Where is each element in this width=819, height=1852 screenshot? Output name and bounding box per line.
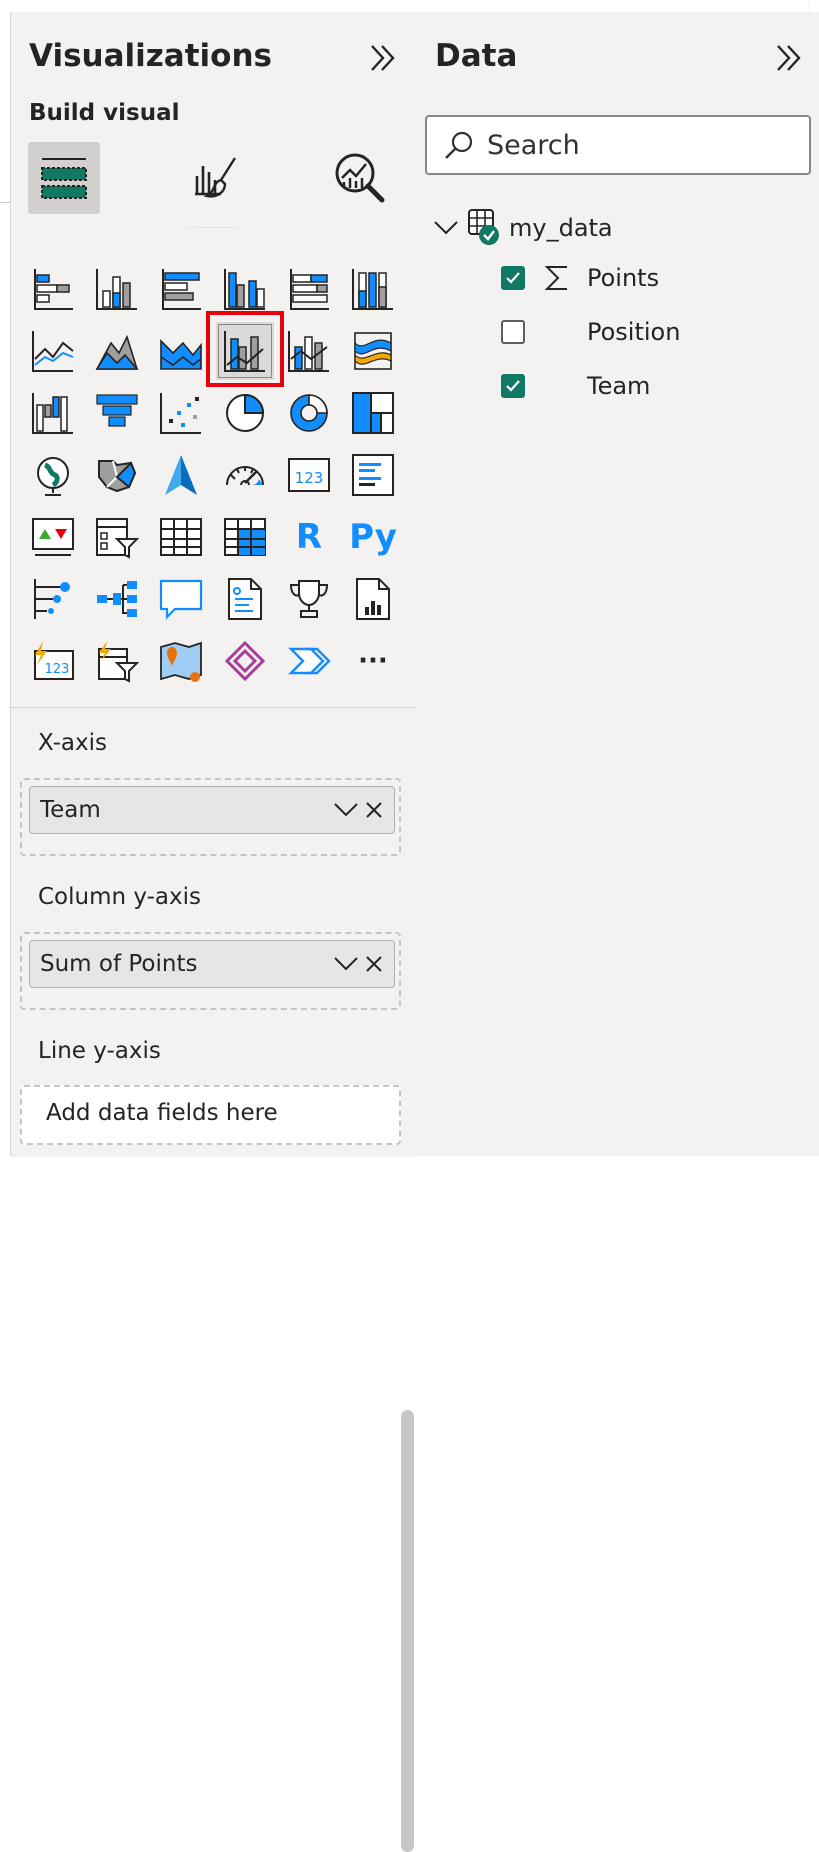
slicer-icon[interactable]: [88, 508, 146, 566]
stacked-column-chart-icon[interactable]: [88, 260, 146, 318]
key-influencers-icon[interactable]: [24, 570, 82, 628]
line-chart-icon[interactable]: [24, 322, 82, 380]
column-y-axis-field-name: Sum of Points: [40, 951, 198, 977]
analytics-tab[interactable]: [324, 142, 396, 214]
analytics-magnifier-icon: [335, 153, 385, 203]
gauge-icon[interactable]: [216, 446, 274, 504]
line-y-axis-label: Line y-axis: [38, 1038, 161, 1064]
field-row-points[interactable]: Points: [501, 264, 659, 292]
close-icon[interactable]: [360, 796, 388, 824]
card-icon[interactable]: 123: [280, 446, 338, 504]
build-visual-icon: [41, 158, 87, 199]
x-axis-label: X-axis: [38, 730, 107, 756]
qa-icon[interactable]: [152, 570, 210, 628]
field-row-team[interactable]: Team: [501, 372, 650, 400]
r-label: R: [295, 517, 323, 557]
python-visual-icon[interactable]: Py: [344, 508, 402, 566]
stacked-area-chart-icon[interactable]: [152, 322, 210, 380]
table-name: my_data: [509, 214, 613, 242]
format-brush-icon: [195, 157, 237, 198]
chevron-down-icon[interactable]: [433, 220, 461, 236]
build-visual-label: Build visual: [29, 100, 180, 126]
power-apps-icon[interactable]: [216, 632, 274, 690]
x-axis-field-name: Team: [40, 797, 101, 823]
smart-narrative-icon[interactable]: [216, 570, 274, 628]
chevron-down-icon[interactable]: [332, 950, 360, 978]
format-visual-tab[interactable]: [179, 142, 251, 214]
table-row-my-data[interactable]: my_data: [433, 208, 613, 248]
table-icon: [467, 208, 507, 248]
paginated-report-icon[interactable]: [344, 570, 402, 628]
card-number-text-2: 123: [45, 662, 70, 677]
search-icon: [443, 129, 475, 161]
scatter-chart-icon[interactable]: [152, 384, 210, 442]
map-globe-icon[interactable]: [24, 446, 82, 504]
field-name-team: Team: [587, 372, 651, 400]
power-automate-icon[interactable]: [280, 632, 338, 690]
clustered-bar-chart-icon[interactable]: [152, 260, 210, 318]
tab-indicator-divider: [187, 226, 239, 228]
clustered-column-chart-icon[interactable]: [216, 260, 274, 318]
report-canvas-edge: [0, 12, 10, 1156]
checkmark-icon: [506, 380, 520, 392]
add-data-fields-placeholder: Add data fields here: [46, 1100, 278, 1126]
field-name-points: Points: [587, 264, 660, 292]
column-y-axis-well[interactable]: Sum of Points: [20, 932, 401, 1010]
100-stacked-bar-chart-icon[interactable]: [280, 260, 338, 318]
visualizations-title: Visualizations: [29, 38, 272, 74]
line-and-clustered-column-chart-icon[interactable]: [216, 322, 274, 380]
chevron-down-icon[interactable]: [332, 796, 360, 824]
sigma-icon: [545, 265, 571, 291]
metrics-trophy-icon[interactable]: [280, 570, 338, 628]
field-name-position: Position: [587, 318, 681, 346]
power-apps-card-icon[interactable]: 123: [24, 632, 82, 690]
field-row-position[interactable]: Position: [501, 318, 680, 346]
power-automate-filter-icon[interactable]: [88, 632, 146, 690]
data-title: Data: [435, 38, 518, 74]
funnel-chart-icon[interactable]: [88, 384, 146, 442]
more-visuals-button[interactable]: ···: [344, 632, 402, 690]
100-stacked-column-chart-icon[interactable]: [344, 260, 402, 318]
field-wells: X-axis Team Column y-axis Sum of Points: [11, 707, 415, 1852]
waterfall-chart-icon[interactable]: [24, 384, 82, 442]
search-input[interactable]: [485, 128, 789, 162]
treemap-icon[interactable]: [344, 384, 402, 442]
donut-chart-icon[interactable]: [280, 384, 338, 442]
line-y-axis-well[interactable]: Add data fields here: [20, 1085, 401, 1145]
team-checkbox[interactable]: [501, 374, 525, 398]
collapse-chevrons-icon[interactable]: [773, 42, 805, 74]
position-checkbox[interactable]: [501, 320, 525, 344]
pie-chart-icon[interactable]: [216, 384, 274, 442]
x-axis-well[interactable]: Team: [20, 778, 401, 856]
ribbon-chart-icon[interactable]: [344, 322, 402, 380]
points-checkbox[interactable]: [501, 266, 525, 290]
stacked-bar-chart-icon[interactable]: [24, 260, 82, 318]
x-axis-field-pill[interactable]: Team: [29, 786, 395, 834]
visualizations-pane: Visualizations Build visual 123 R Py 123…: [10, 12, 416, 1852]
collapse-chevrons-icon[interactable]: [367, 42, 399, 74]
area-chart-icon[interactable]: [88, 322, 146, 380]
arcgis-map-icon[interactable]: [152, 632, 210, 690]
more-label: ···: [358, 646, 388, 676]
py-label: Py: [349, 517, 397, 557]
column-y-axis-field-pill[interactable]: Sum of Points: [29, 940, 395, 988]
azure-map-icon[interactable]: [152, 446, 210, 504]
line-and-stacked-column-chart-icon[interactable]: [280, 322, 338, 380]
search-box[interactable]: [425, 115, 811, 175]
build-visual-tab[interactable]: [28, 142, 100, 214]
checkmark-icon: [506, 272, 520, 284]
decomposition-tree-icon[interactable]: [88, 570, 146, 628]
r-script-visual-icon[interactable]: R: [280, 508, 338, 566]
column-y-axis-label: Column y-axis: [38, 884, 201, 910]
kpi-icon[interactable]: [24, 508, 82, 566]
table-visual-icon[interactable]: [152, 508, 210, 566]
matrix-icon[interactable]: [216, 508, 274, 566]
filled-map-icon[interactable]: [88, 446, 146, 504]
multi-row-card-icon[interactable]: [344, 446, 402, 504]
wells-scrollbar[interactable]: [401, 1410, 414, 1852]
close-icon[interactable]: [360, 950, 388, 978]
card-number-text: 123: [295, 469, 324, 487]
data-pane: Data my_data Points Position: [415, 12, 819, 1156]
